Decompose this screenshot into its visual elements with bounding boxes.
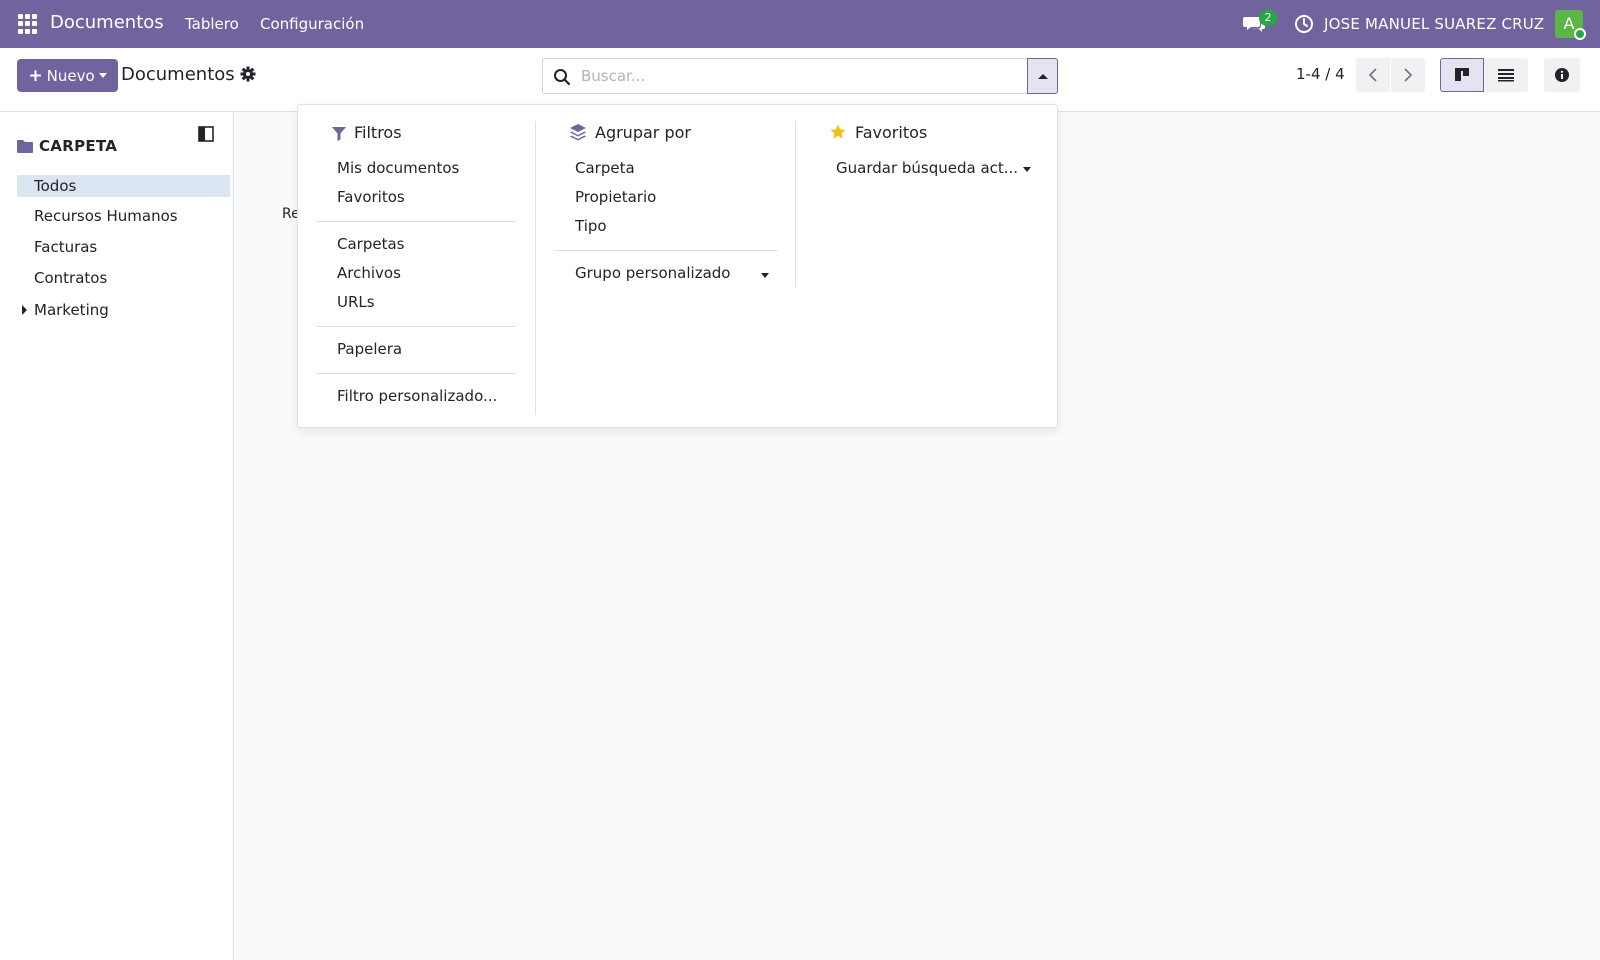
sidebar-item-marketing-label: Marketing — [34, 301, 109, 319]
control-panel: + Nuevo Documentos 1-4 / 4 — [0, 48, 1600, 112]
caret-up-icon — [1038, 74, 1048, 79]
clock-icon[interactable] — [1294, 14, 1314, 34]
pager-next-button[interactable] — [1391, 58, 1425, 92]
caret-down-icon[interactable] — [1023, 167, 1031, 172]
sidebar-item-facturas[interactable]: Facturas — [17, 236, 230, 258]
page-title: Documentos — [121, 64, 235, 85]
custom-filter-button[interactable]: Filtro personalizado... — [337, 387, 497, 405]
kanban-icon — [1455, 68, 1469, 81]
app-grid-icon[interactable] — [18, 14, 38, 34]
group-by-propietario[interactable]: Propietario — [575, 188, 656, 206]
info-button[interactable] — [1544, 58, 1580, 92]
filters-heading: Filtros — [354, 123, 402, 142]
filter-archivos[interactable]: Archivos — [337, 264, 401, 282]
info-icon — [1555, 68, 1569, 82]
sidebar-item-contratos[interactable]: Contratos — [17, 267, 230, 289]
favorites-heading: Favoritos — [855, 123, 928, 142]
gear-icon[interactable] — [240, 66, 256, 82]
search-box — [542, 58, 1028, 94]
folder-icon — [17, 140, 33, 153]
search-icon — [554, 69, 571, 86]
filter-carpetas[interactable]: Carpetas — [337, 235, 404, 253]
chevron-left-icon — [1368, 68, 1377, 82]
online-status-dot — [1574, 28, 1586, 40]
caret-down-icon — [98, 73, 107, 78]
pager-value[interactable]: 1-4 / 4 — [1296, 65, 1345, 83]
caret-right-icon[interactable] — [22, 305, 27, 315]
sidebar-title: CARPETA — [39, 137, 118, 155]
search-options-dropdown: Filtros Mis documentos Favoritos Carpeta… — [297, 104, 1058, 428]
filters-separator — [316, 326, 516, 327]
search-options-toggle[interactable] — [1027, 58, 1058, 94]
custom-group-select[interactable]: Grupo personalizado — [575, 264, 730, 282]
group-by-separator — [554, 250, 778, 251]
sidebar-item-recursos-humanos[interactable]: Recursos Humanos — [17, 205, 230, 227]
star-icon — [830, 124, 846, 139]
column-divider — [795, 121, 796, 287]
sidebar-collapse-icon[interactable] — [198, 126, 214, 142]
kanban-view-button[interactable] — [1440, 58, 1484, 92]
filter-icon — [332, 127, 346, 141]
sidebar-item-marketing[interactable]: Marketing — [17, 299, 230, 321]
sidebar-item-todos[interactable]: Todos — [17, 175, 230, 197]
app-brand[interactable]: Documentos — [50, 12, 164, 33]
group-by-heading: Agrupar por — [595, 123, 691, 142]
filters-separator — [316, 221, 516, 222]
user-name[interactable]: JOSE MANUEL SUAREZ CRUZ — [1324, 15, 1544, 33]
filter-favoritos[interactable]: Favoritos — [337, 188, 405, 206]
layers-icon — [570, 124, 586, 141]
group-by-carpeta[interactable]: Carpeta — [575, 159, 635, 177]
column-divider — [535, 121, 536, 415]
filters-separator — [316, 373, 516, 374]
save-current-search[interactable]: Guardar búsqueda act... — [836, 159, 1018, 177]
filter-papelera[interactable]: Papelera — [337, 340, 402, 358]
chevron-right-icon — [1404, 68, 1413, 82]
list-view-button[interactable] — [1484, 58, 1528, 92]
new-button[interactable]: + Nuevo — [17, 59, 118, 92]
chat-count-badge: 2 — [1259, 10, 1277, 26]
top-navbar: Documentos Tablero Configuración 2 JOSE … — [0, 0, 1600, 48]
filter-urls[interactable]: URLs — [337, 293, 375, 311]
pager-previous-button[interactable] — [1356, 58, 1390, 92]
list-icon — [1498, 69, 1514, 82]
plus-icon: + — [28, 65, 43, 86]
nav-link-tablero[interactable]: Tablero — [185, 15, 239, 33]
folder-sidebar: CARPETA Todos Recursos Humanos Facturas … — [0, 112, 234, 960]
search-input[interactable] — [581, 59, 1021, 93]
new-button-label: Nuevo — [46, 66, 95, 85]
caret-down-icon[interactable] — [761, 273, 769, 278]
filter-mis-documentos[interactable]: Mis documentos — [337, 159, 459, 177]
nav-link-configuracion[interactable]: Configuración — [260, 15, 364, 33]
group-by-tipo[interactable]: Tipo — [575, 217, 607, 235]
